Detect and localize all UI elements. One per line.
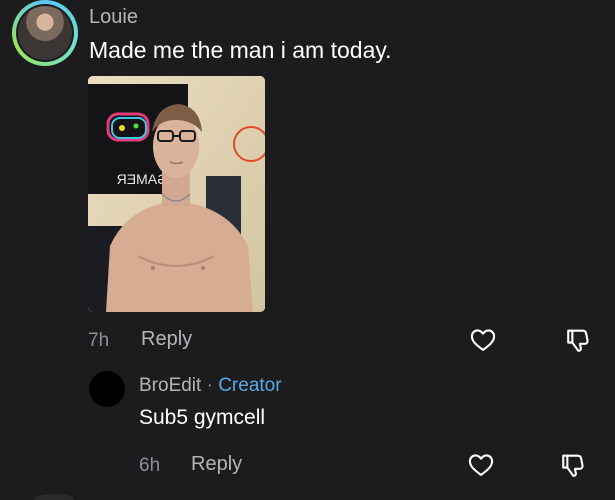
reply-header: BroEdit · Creator (139, 375, 282, 397)
creator-badge: Creator (218, 375, 282, 396)
heart-icon[interactable] (467, 451, 495, 479)
comment-photo[interactable]: GAMER (88, 76, 265, 312)
reply-avatar[interactable] (89, 371, 125, 407)
thumbs-down-icon[interactable] (558, 451, 586, 479)
comment-text: Made me the man i am today. (89, 37, 392, 63)
next-comment-avatar-partial (34, 494, 74, 500)
user-avatar[interactable] (12, 0, 78, 66)
separator-dot: · (206, 375, 213, 396)
reply-text: Sub5 gymcell (139, 406, 266, 429)
reply-reply-button[interactable]: Reply (191, 453, 242, 476)
heart-icon[interactable] (469, 326, 497, 354)
reply-timestamp: 6h (139, 455, 161, 476)
comment-username[interactable]: Louie (89, 6, 138, 29)
comment-thread: Louie Made me the man i am today. GAMER (0, 0, 615, 500)
thumbs-down-icon[interactable] (563, 326, 591, 354)
poster-text: GAMER (117, 171, 168, 187)
comment-timestamp: 7h (88, 330, 110, 351)
comment-reply-button[interactable]: Reply (141, 328, 192, 351)
reply-username[interactable]: BroEdit (139, 375, 201, 396)
avatar-photo (18, 6, 72, 60)
